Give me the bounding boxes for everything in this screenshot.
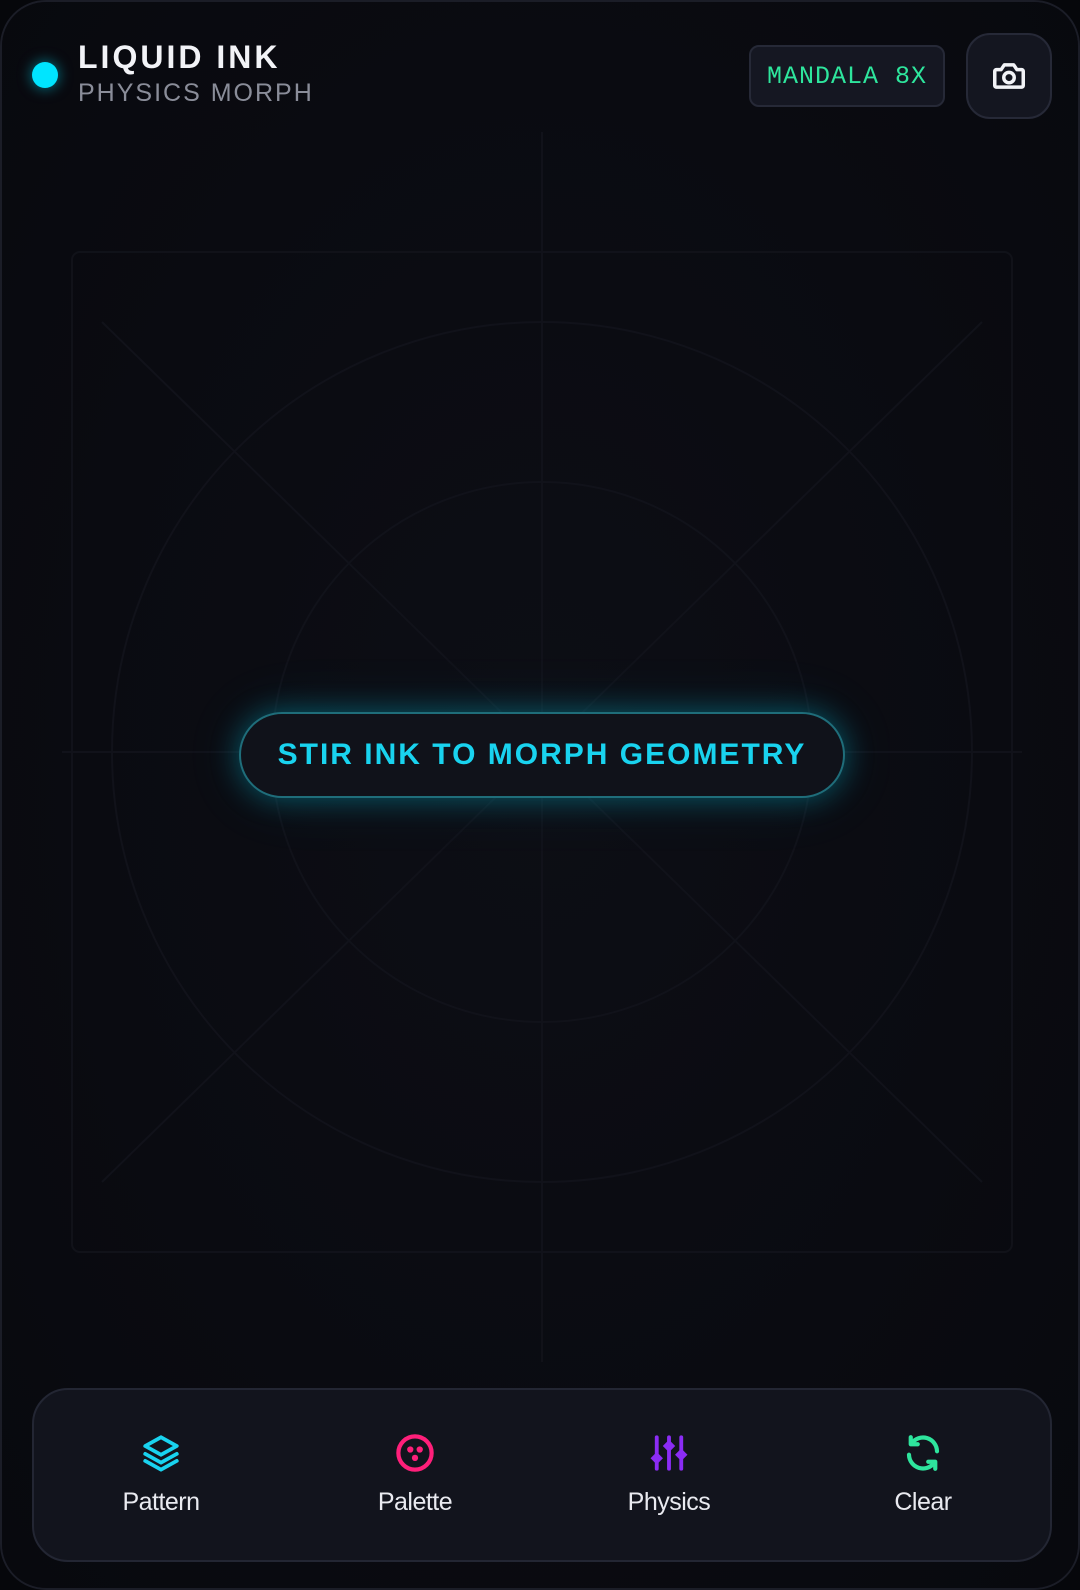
physics-button[interactable]: Physics	[542, 1390, 796, 1560]
app-title: LIQUID INK	[78, 39, 281, 75]
hint-banner: STIR INK TO MORPH GEOMETRY	[239, 712, 845, 798]
refresh-icon	[906, 1435, 940, 1471]
clear-label: Clear	[894, 1488, 952, 1516]
bottom-toolbar: Pattern Palette Physics Clear	[32, 1388, 1052, 1562]
pattern-label: Pattern	[122, 1488, 200, 1516]
sliders-icon	[650, 1435, 688, 1471]
brand: LIQUID INK PHYSICS MORPH	[78, 38, 314, 110]
palette-icon	[396, 1434, 434, 1472]
pattern-button[interactable]: Pattern	[34, 1390, 288, 1560]
layers-icon	[143, 1435, 179, 1472]
status-indicator	[32, 62, 58, 88]
physics-label: Physics	[627, 1488, 711, 1516]
palette-button[interactable]: Palette	[288, 1390, 542, 1560]
app-subtitle: PHYSICS MORPH	[78, 79, 314, 107]
hint-text: STIR INK TO MORPH GEOMETRY	[277, 738, 807, 771]
mode-badge[interactable]: MANDALA 8X	[749, 45, 945, 107]
clear-button[interactable]: Clear	[796, 1390, 1050, 1560]
snapshot-button[interactable]	[966, 33, 1052, 119]
top-bar: LIQUID INK PHYSICS MORPH MANDALA 8X	[2, 2, 1078, 142]
app-screen: LIQUID INK PHYSICS MORPH MANDALA 8X STIR…	[0, 0, 1080, 1590]
palette-label: Palette	[377, 1488, 453, 1516]
camera-icon	[993, 63, 1025, 89]
